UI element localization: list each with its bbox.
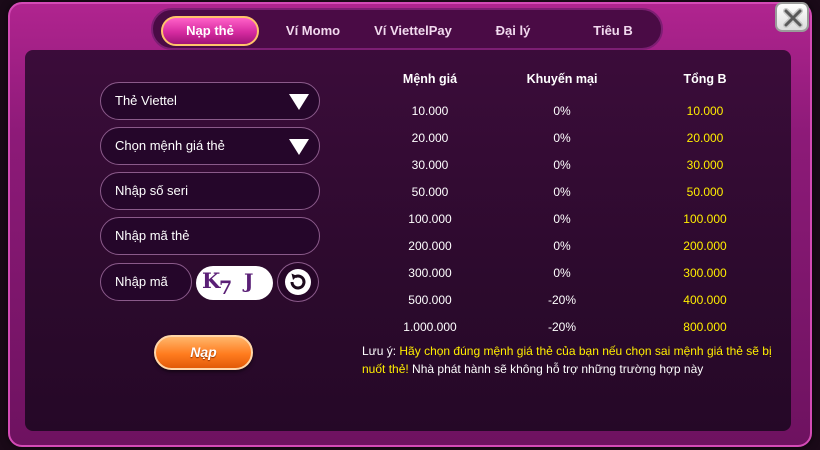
cell-bonus: 0% <box>553 104 571 118</box>
cell-total: 10.000 <box>686 104 724 118</box>
cell-value: 100.000 <box>408 212 452 226</box>
cell-total: 50.000 <box>686 185 724 199</box>
tab-vi-viettelpay[interactable]: Ví ViettelPay <box>353 16 473 46</box>
cell-total: 20.000 <box>686 131 724 145</box>
cell-bonus: 0% <box>553 158 571 172</box>
cell-total: 100.000 <box>683 212 727 226</box>
close-button[interactable] <box>775 2 809 32</box>
cell-bonus: 0% <box>553 212 571 226</box>
svg-text:7: 7 <box>219 277 232 299</box>
warning-note: Lưu ý: Hãy chọn đúng mệnh giá thẻ của bạ… <box>362 342 792 378</box>
cell-bonus: 0% <box>553 131 571 145</box>
serial-input[interactable]: Nhập số seri <box>100 172 320 210</box>
triangle-down-icon <box>289 94 309 110</box>
cell-value: 500.000 <box>408 293 452 307</box>
carrier-select[interactable]: Thẻ Viettel <box>100 82 320 120</box>
header-khuyen-mai: Khuyến mại <box>526 72 598 86</box>
cell-bonus: 0% <box>553 239 571 253</box>
cell-total: 400.000 <box>683 293 727 307</box>
refresh-captcha-button[interactable] <box>277 262 319 302</box>
cell-bonus: -20% <box>547 320 576 334</box>
triangle-down-icon <box>289 139 309 155</box>
header-menh-gia: Mệnh giá <box>402 72 458 86</box>
header-tong-b: Tổng B <box>683 72 727 86</box>
tab-bar: Nạp thẻ Ví Momo Ví ViettelPay Đại lý Tiê… <box>151 8 663 50</box>
captcha-input[interactable]: Nhập mã <box>100 263 192 301</box>
cell-value: 300.000 <box>408 266 452 280</box>
cell-total: 30.000 <box>686 158 724 172</box>
svg-text:J: J <box>242 269 253 293</box>
serial-placeholder: Nhập số seri <box>115 183 188 198</box>
refresh-icon <box>285 269 311 295</box>
cell-value: 20.000 <box>411 131 449 145</box>
cell-bonus: -20% <box>547 293 576 307</box>
close-icon <box>783 8 803 28</box>
cell-total: 300.000 <box>683 266 727 280</box>
cell-total: 200.000 <box>683 239 727 253</box>
captcha-placeholder: Nhập mã <box>115 274 168 289</box>
tab-nap-the[interactable]: Nạp thẻ <box>161 16 259 46</box>
captcha-text-graphic: K 7 J <box>202 268 253 299</box>
amount-select[interactable]: Chọn mệnh giá thẻ <box>100 127 320 165</box>
note-rest: Nhà phát hành sẽ không hỗ trợ những trườ… <box>408 362 704 376</box>
card-code-placeholder: Nhập mã thẻ <box>115 228 190 243</box>
carrier-select-value: Thẻ Viettel <box>115 93 177 108</box>
cell-bonus: 0% <box>553 185 571 199</box>
note-prefix: Lưu ý: <box>362 344 400 358</box>
captcha-image: K 7 J <box>196 266 273 300</box>
cell-value: 200.000 <box>408 239 452 253</box>
cell-bonus: 0% <box>553 266 571 280</box>
tab-tieu-b[interactable]: Tiêu B <box>573 16 653 46</box>
tab-dai-ly[interactable]: Đại lý <box>473 16 553 46</box>
cell-value: 10.000 <box>411 104 449 118</box>
tab-vi-momo[interactable]: Ví Momo <box>263 16 363 46</box>
card-code-input[interactable]: Nhập mã thẻ <box>100 217 320 255</box>
cell-value: 50.000 <box>411 185 449 199</box>
submit-topup-button[interactable]: Nạp <box>154 335 253 370</box>
cell-total: 800.000 <box>683 320 727 334</box>
cell-value: 1.000.000 <box>403 320 457 334</box>
cell-value: 30.000 <box>411 158 449 172</box>
amount-select-value: Chọn mệnh giá thẻ <box>115 138 225 153</box>
